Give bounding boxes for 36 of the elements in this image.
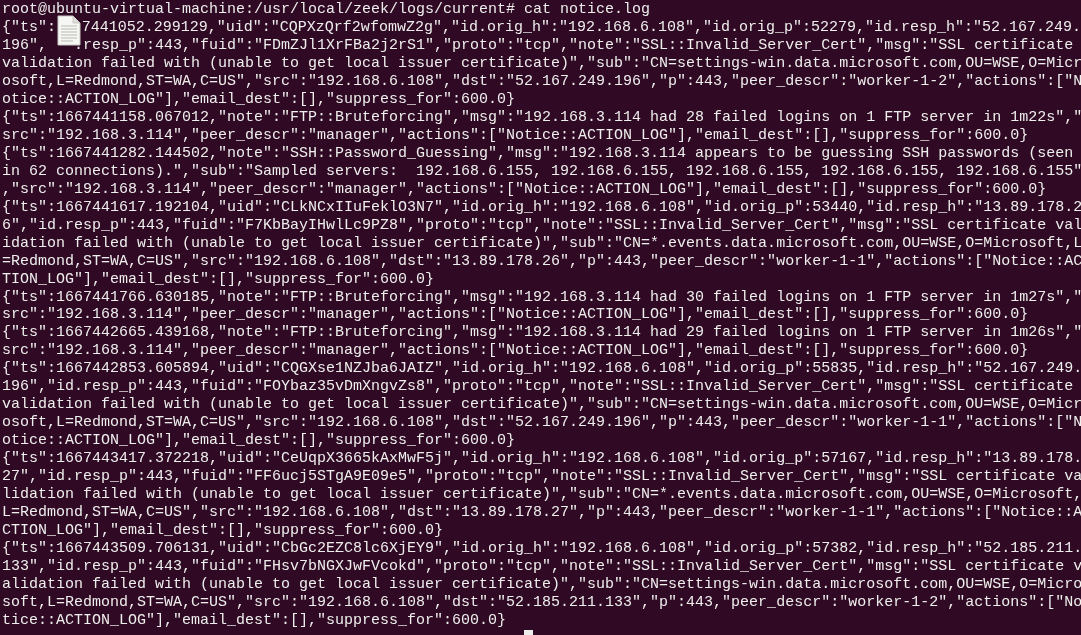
terminal-line: 133","id.resp_p":443,"fuid":"FHsv7bNGXJwFVcokd","proto":"tcp","note":"SSL::Invalid_Server_Cert","msg":"SSL certificate v <box>2 558 1081 576</box>
terminal-line: otice::ACTION_LOG"],"email_dest":[],"suppress_for":600.0} <box>2 432 516 451</box>
terminal-line: soft,L=Redmond,ST=WA,C=US","src":"192.168.6.108","dst":"52.185.211.133","p":443,"peer_descr":"worker-1-2","actions":["No <box>2 593 1081 612</box>
terminal-line: {"ts":1667441766.630185,"note":"FTP::Bruteforcing","msg":"192.168.3.114 had 30 failed logins on 1 FTP server in 1m27s"," <box>2 288 1081 307</box>
terminal-line: root@ubuntu-virtual-machine:/usr/local/zeek/logs/current# cat notice.log <box>2 1 651 19</box>
terminal-line: idation failed with (unable to get local issuer certificate)","sub":"CN=*.events.data.microsoft.com,OU=WSE,O=Microsoft,L <box>2 234 1081 253</box>
terminal-line: {"ts":1667442853.605894,"uid":"CQGXse1NZJba6JAIZ","id.orig_h":"192.168.6.108","id.orig_p":55835,"id.resp_h":"52.167.249. <box>2 360 1081 379</box>
terminal-line: validation failed with (unable to get local issuer certificate)","sub":"CN=settings-win.data.microsoft.com,OU=WSE,O=Micr <box>2 396 1081 415</box>
terminal-line: 196","id.resp_p":443,"fuid":"FOYbaz35vDmXngvZs8","proto":"tcp","note":"SSL::Invalid_Server_Cert","msg":"SSL certificate <box>2 378 1074 397</box>
terminal-text: 196", <box>2 36 47 55</box>
terminal-line: =Redmond,ST=WA,C=US","src":"192.168.6.108","dst":"13.89.178.26","p":443,"peer_descr":"worker-1-1","actions":["Notice::AC <box>2 252 1081 271</box>
terminal-line: osoft,L=Redmond,ST=WA,C=US","src":"192.168.6.108","dst":"52.167.249.196","p":443,"peer_descr":"worker-1-1","actions":["N <box>2 414 1081 433</box>
terminal-text: {"ts": <box>2 18 56 37</box>
terminal-line: src":"192.168.3.114","peer_descr":"manager","actions":["Notice::ACTION_LOG"],"email_dest":[],"suppress_for":600.0} <box>2 342 1029 361</box>
terminal-line: in 62 connections).","sub":"Sampled servers: 192.168.6.155, 192.168.6.155, 192.168.6.155, 192.168.6.155, 192.168.6.155" <box>2 162 1081 181</box>
terminal-line: validation failed with (unable to get local issuer certificate)","sub":"CN=settings-win.data.microsoft.com,OU=WSE,O=Micr <box>2 54 1081 73</box>
terminal-line: {"ts":1667442665.439168,"note":"FTP::Bruteforcing","msg":"192.168.3.114 had 29 failed logins on 1 FTP server in 1m26s"," <box>2 324 1081 343</box>
terminal-line: {"ts":1667441158.067012,"note":"FTP::Bruteforcing","msg":"192.168.3.114 had 28 failed logins on 1 FTP server in 1m22s"," <box>2 108 1081 127</box>
terminal-line: {"ts":1667441282.144502,"note":"SSH::Password_Guessing","msg":"192.168.3.114 appears to be guessing SSH passwords (seen <box>2 144 1074 163</box>
terminal-line: ,"src":"192.168.3.114","peer_descr":"manager","actions":["Notice::ACTION_LOG"],"email_dest":[],"suppress_for":600.0} <box>2 180 1047 199</box>
terminal-line: {"ts":1667443417.372218,"uid":"CeUqpX3665kAxMwF5j","id.orig_h":"192.168.6.108","id.orig_p":57167,"id.resp_h":"13.89.178. <box>2 450 1081 469</box>
terminal-line: {"ts":1667443509.706131,"uid":"CbGc2EZC8lc6XjEY9","id.orig_h":"192.168.6.108","id.orig_p":57382,"id.resp_h":"52.185.211. <box>2 540 1081 559</box>
terminal-text: 7441052.299129,"uid":"CQPXzQrf2wfomwZ2g","id.orig_h":"192.168.6.108","id.orig_p":52279,"id.resp_h":"52.167.249. <box>81 18 1081 37</box>
terminal-line: alidation failed with (unable to get local issuer certificate)","sub":"CN=settings-win.data.microsoft.com,OU=WSE,O=Micro <box>2 576 1081 594</box>
terminal-line: otice::ACTION_LOG"],"email_dest":[],"suppress_for":600.0} <box>2 90 516 109</box>
terminal-line: {"ts":1667441617.192104,"uid":"CLkNCxIIuFeklO3N7","id.orig_h":"192.168.6.108","id.orig_p":53440,"id.resp_h":"13.89.178.2 <box>2 198 1081 217</box>
terminal-line: CTION_LOG"],"email_dest":[],"suppress_for":600.0} <box>2 522 444 541</box>
terminal-line: src":"192.168.3.114","peer_descr":"manager","actions":["Notice::ACTION_LOG"],"email_dest":[],"suppress_for":600.0} <box>2 306 1029 325</box>
terminal-line: 6","id.resp_p":443,"fuid":"F7KbBayIHwlLc9PZ8","proto":"tcp","note":"SSL::Invalid_Server_Cert","msg":"SSL certificate val <box>2 216 1081 235</box>
terminal-line: tice::ACTION_LOG"],"email_dest":[],"suppress_for":600.0} <box>2 611 507 630</box>
terminal-line: osoft,L=Redmond,ST=WA,C=US","src":"192.168.6.108","dst":"52.167.249.196","p":443,"peer_descr":"worker-1-2","actions":["N <box>2 72 1081 91</box>
terminal-text: .resp_p":443,"fuid":"FDmZJl1XrFBa2j2rS1","proto":"tcp","note":"SSL::Invalid_Server_Cert","msg":"SSL certificate <box>74 36 1074 55</box>
terminal-line: 27","id.resp_p":443,"fuid":"FF6ucj5STgA9E09e5","proto":"tcp","note":"SSL::Invalid_Server_Cert","msg":"SSL certificate va <box>2 468 1081 487</box>
terminal-line: src":"192.168.3.114","peer_descr":"manager","actions":["Notice::ACTION_LOG"],"email_dest":[],"suppress_for":600.0} <box>2 126 1029 145</box>
terminal-line: lidation failed with (unable to get local issuer certificate)","sub":"CN=*.events.data.microsoft.com,OU=WSE,O=Microsoft, <box>2 486 1081 505</box>
terminal-line: TION_LOG"],"email_dest":[],"suppress_for":600.0} <box>2 270 435 289</box>
